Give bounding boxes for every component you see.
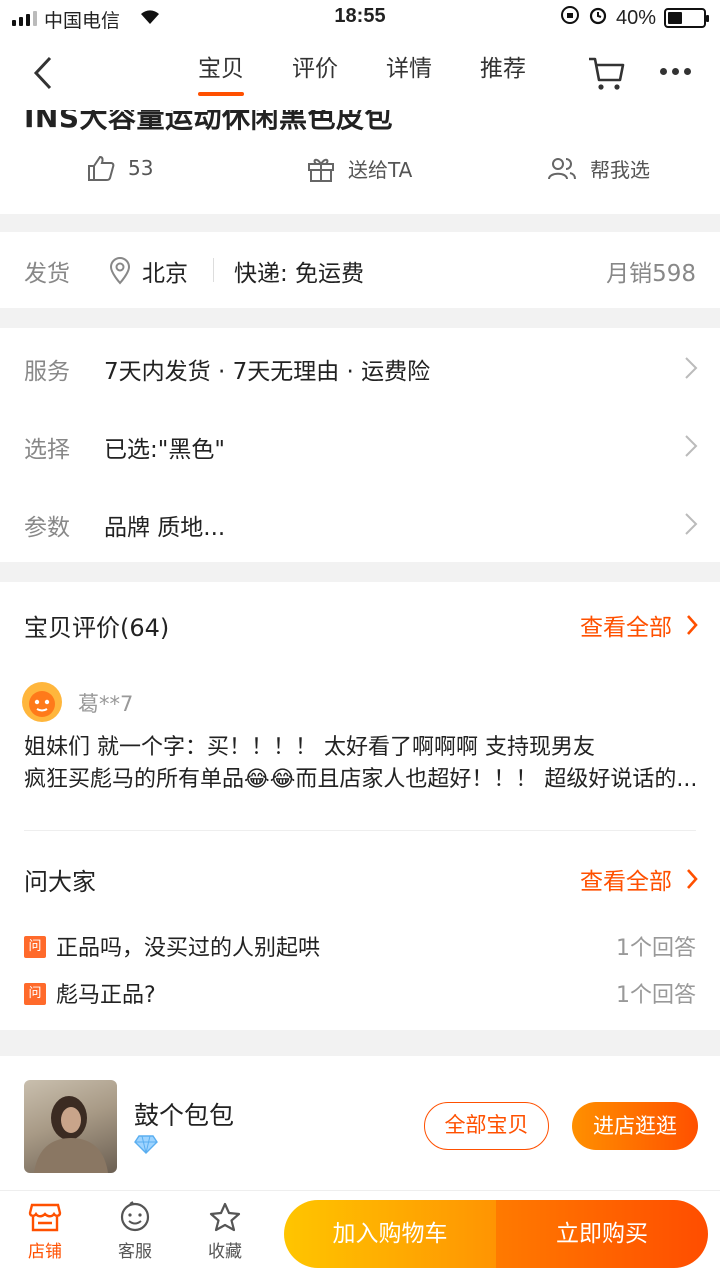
review-text[interactable]: 姐妹们 就一个字：买！！！！ 太好看了啊啊啊 支持现男友 疯狂买彪马的所有单品😂… [24,732,704,796]
params-value: 品牌 质地... [104,515,226,541]
qa-question: 彪马正品? [56,983,156,1008]
monthly-sales: 月销598 [606,261,696,287]
reviews-title: 宝贝评价(64) [24,614,170,642]
select-label: 选择 [24,437,70,463]
more-dots-icon [660,68,667,75]
battery-percent: 40% [615,6,656,29]
params-row[interactable]: 参数 品牌 质地... [0,504,720,544]
add-to-cart-button[interactable]: 加入购物车 [284,1200,496,1268]
like-count: 53 [128,156,154,180]
chevron-right-icon [685,435,698,457]
shop-tab-label: 店铺 [28,1242,62,1262]
thumbs-up-icon [88,155,115,181]
help-choose-label: 帮我选 [590,158,650,182]
service-label: 服务 [24,359,70,385]
shop-avatar[interactable] [24,1080,117,1173]
product-action-row: 53 送给TA 帮我选 [0,154,720,194]
reviews-card: 宝贝评价(64) 查看全部 葛**7 姐妹们 就一个字：买！！！！ 太好看了啊啊… [0,582,720,1030]
store-icon [28,1203,62,1232]
cart-button[interactable] [586,54,626,96]
tab-reviews[interactable]: 评价 [268,36,362,102]
location-pin-icon [109,257,131,285]
select-value: 已选:"黑色" [104,437,225,463]
diamond-icon [134,1134,158,1158]
tab-recommend[interactable]: 推荐 [456,36,550,102]
battery-icon [664,8,709,28]
chevron-right-icon [685,357,698,379]
chat-smile-icon [120,1201,150,1232]
shipping-row: 发货 北京 快递: 免运费 月销598 [0,232,720,308]
params-label: 参数 [24,515,70,541]
qa-item[interactable]: 问 彪马正品? 1个回答 [24,977,696,1009]
orientation-lock-icon [560,5,580,31]
qa-title: 问大家 [24,868,96,896]
people-icon [548,157,576,179]
options-card: 服务 7天内发货 · 7天无理由 · 运费险 选择 已选:"黑色" 参数 品牌 … [0,328,720,562]
question-badge-icon: 问 [24,983,46,1005]
bottom-action-bar: 店铺 客服 收藏 加入购物车 立即购买 [0,1190,720,1280]
reviews-see-all-link[interactable]: 查看全部 [580,608,698,642]
chevron-right-icon [687,615,698,635]
alarm-icon [588,5,608,31]
gift-button[interactable]: 送给TA [306,154,412,183]
reviewer-name: 葛**7 [78,692,134,716]
product-title-card: INS大容量运动休闲黑色皮包 53 送给TA 帮我选 [0,110,720,214]
shopping-cart-icon [589,57,625,90]
reviewer-avatar [22,682,62,722]
shipping-label: 发货 [24,261,70,287]
qa-answer-count: 1个回答 [616,936,696,961]
customer-service-button[interactable]: 客服 [100,1201,170,1262]
ship-location: 北京 [142,261,188,287]
purchase-buttons: 加入购物车 立即购买 [284,1200,708,1268]
gift-icon [308,158,334,182]
qa-answer-count: 1个回答 [616,983,696,1008]
star-icon [209,1202,241,1232]
buy-now-button[interactable]: 立即购买 [496,1200,708,1268]
express-fee: 快递: 免运费 [234,261,365,287]
chevron-right-icon [685,513,698,535]
chevron-left-icon [33,56,52,90]
tab-bar: 宝贝 评价 详情 推荐 [174,36,550,102]
help-choose-button[interactable]: 帮我选 [546,154,650,183]
status-bar: 中国电信 18:55 40% [0,0,720,36]
more-menu-button[interactable] [660,68,691,75]
service-value: 7天内发货 · 7天无理由 · 运费险 [104,359,431,385]
review-line-1: 姐妹们 就一个字：买！！！！ 太好看了啊啊啊 支持现男友 [24,735,595,760]
enter-shop-button[interactable]: 进店逛逛 [572,1102,698,1150]
shop-card: 鼓个包包 全部宝贝 进店逛逛 [0,1056,720,1190]
tab-baobei[interactable]: 宝贝 [174,36,268,102]
see-all-label: 查看全部 [580,869,672,895]
product-title: INS大容量运动休闲黑色皮包 [24,110,394,134]
chevron-right-icon [687,869,698,889]
select-row[interactable]: 选择 已选:"黑色" [0,426,720,466]
question-badge-icon: 问 [24,936,46,958]
service-tab-label: 客服 [118,1242,152,1262]
divider [24,830,696,831]
favorite-button[interactable]: 收藏 [190,1201,260,1262]
like-button[interactable]: 53 [86,154,153,182]
review-line-2: 疯狂买彪马的所有单品😂😂而且店家人也超好！！！ 超级好说话的... [24,767,698,792]
shop-name: 鼓个包包 [134,1101,235,1130]
back-button[interactable] [28,54,58,92]
service-row[interactable]: 服务 7天内发货 · 7天无理由 · 运费险 [0,348,720,388]
qa-question: 正品吗，没买过的人别起哄 [56,936,321,961]
top-nav-bar: 宝贝 评价 详情 推荐 [0,36,720,110]
shop-tab-button[interactable]: 店铺 [10,1201,80,1262]
gift-label: 送给TA [348,158,413,182]
qa-item[interactable]: 问 正品吗，没买过的人别起哄 1个回答 [24,930,696,962]
tab-details[interactable]: 详情 [362,36,456,102]
favorite-label: 收藏 [208,1242,242,1262]
divider [213,258,214,282]
all-items-button[interactable]: 全部宝贝 [424,1102,549,1150]
qa-see-all-link[interactable]: 查看全部 [580,862,698,896]
see-all-label: 查看全部 [580,615,672,641]
